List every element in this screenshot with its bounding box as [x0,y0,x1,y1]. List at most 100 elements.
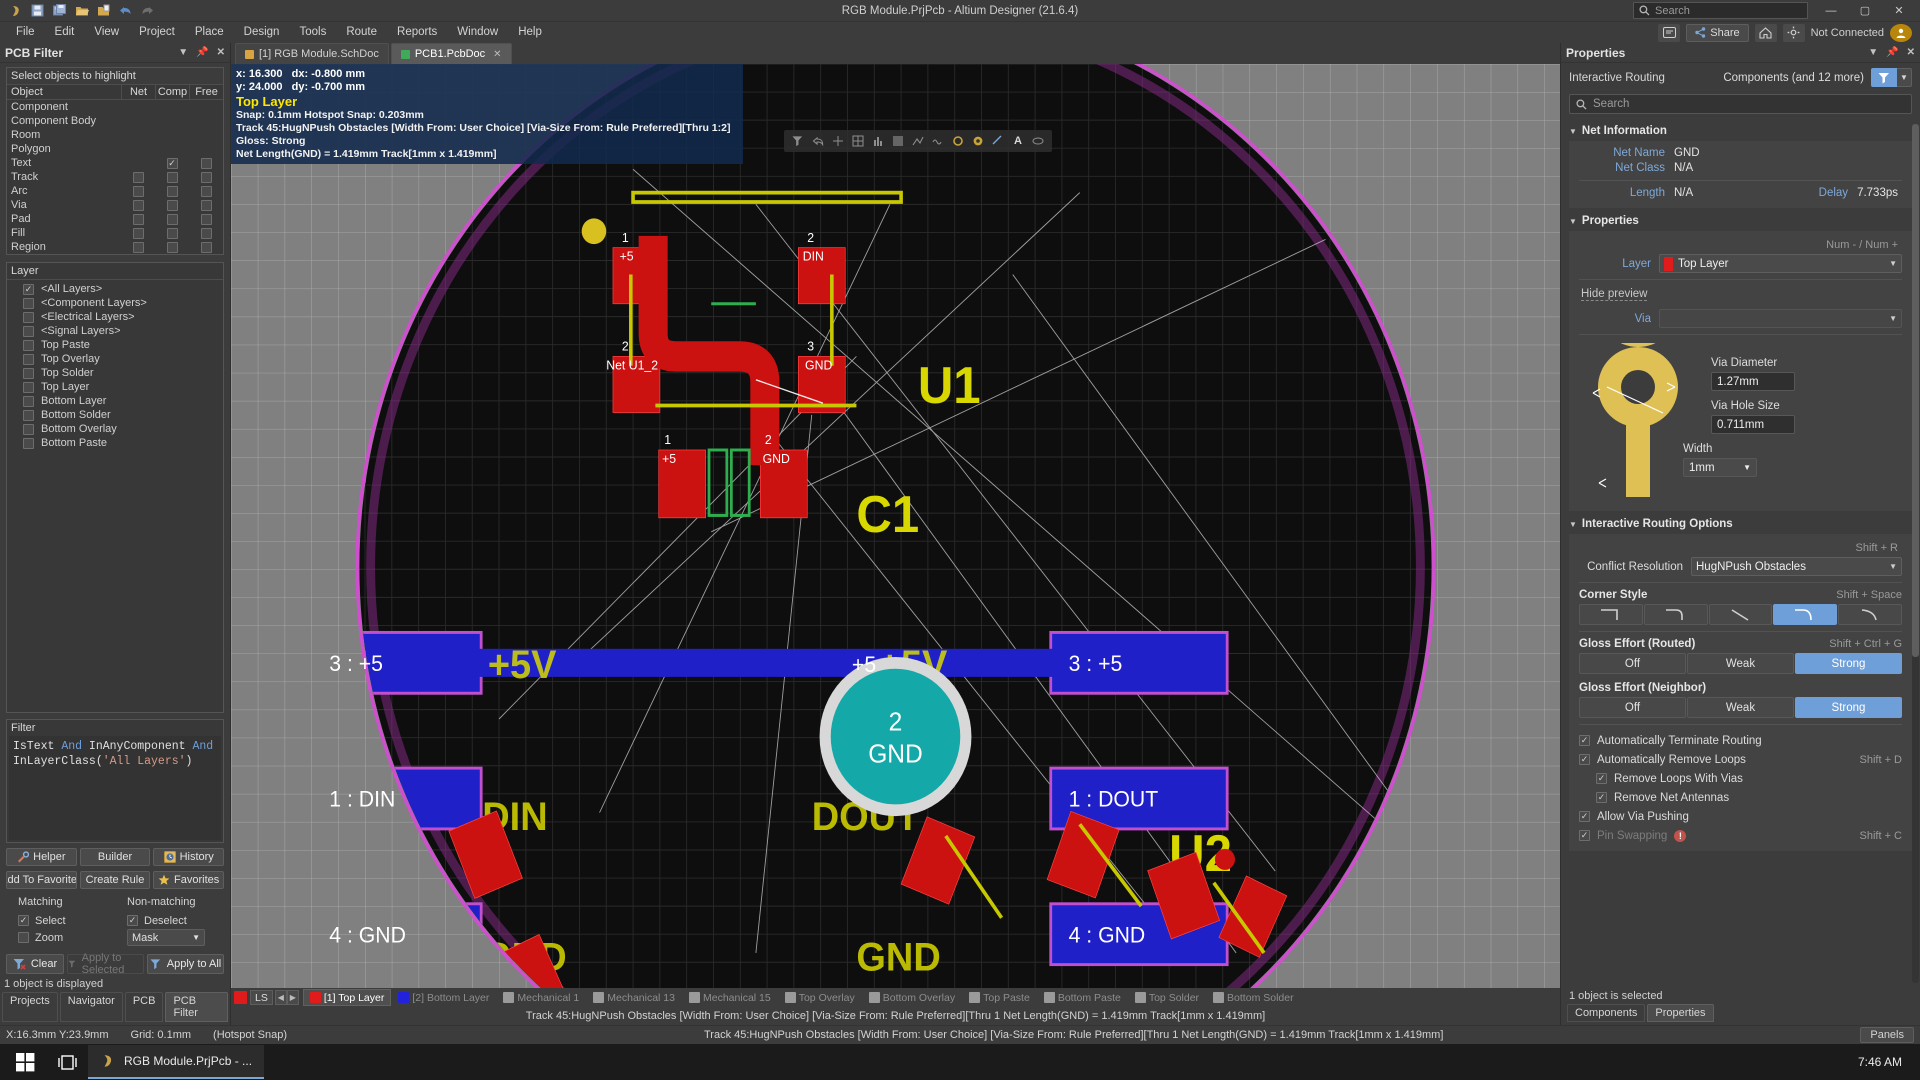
routing-option-checkbox[interactable] [1579,735,1590,746]
object-filter-row[interactable]: Track [7,170,223,184]
minimize-button[interactable]: — [1814,0,1848,21]
object-filter-net-cell[interactable] [121,172,155,183]
conflict-resolution-select[interactable]: HugNPush Obstacles ▼ [1691,557,1902,576]
gloss-neighbor-off[interactable]: Off [1579,697,1686,718]
checkbox-free[interactable] [201,186,212,197]
routing-option-row[interactable]: Remove Loops With Vias [1579,769,1902,788]
section-net-information[interactable]: ▼ Net Information [1561,120,1912,141]
layer-tab[interactable]: [1] Top Layer [303,989,392,1006]
menu-item-window[interactable]: Window [447,22,508,43]
wave-icon[interactable] [929,133,947,149]
net-icon[interactable] [909,133,927,149]
properties-pin-icon[interactable]: 📌 [1886,47,1898,58]
layer-checkbox[interactable] [23,312,34,323]
taskbar-app-altium[interactable]: RGB Module.PrjPcb - ... [88,1045,264,1079]
checkbox-free[interactable] [201,214,212,225]
left-tab-pcb-filter[interactable]: PCB Filter [165,992,228,1022]
gloss-neighbor-weak[interactable]: Weak [1687,697,1794,718]
checkbox-net[interactable] [133,172,144,183]
save-all-icon[interactable] [52,3,67,18]
layer-filter-row[interactable]: <Electrical Layers> [7,310,223,324]
matching-select-checkbox[interactable] [18,915,29,926]
layer-filter-row[interactable]: Bottom Solder [7,408,223,422]
layer-checkbox[interactable] [23,368,34,379]
properties-scroll-thumb[interactable] [1912,124,1919,657]
layer-checkbox[interactable] [23,298,34,309]
undo-icon[interactable] [118,3,133,18]
layer-filter-row[interactable]: Bottom Overlay [7,422,223,436]
object-filter-comp-cell[interactable] [155,158,189,169]
favorites-button[interactable]: Favorites [153,871,224,889]
properties-dropdown-icon[interactable]: ▼ [1868,47,1878,58]
object-filter-row[interactable]: Text [7,156,223,170]
checkbox-free[interactable] [201,200,212,211]
routing-option-row[interactable]: Remove Net Antennas [1579,788,1902,807]
object-filter-comp-cell[interactable] [155,186,189,197]
panels-button[interactable]: Panels [1860,1027,1914,1043]
maximize-button[interactable]: ▢ [1848,0,1882,21]
mask-icon[interactable] [889,133,907,149]
routing-option-row[interactable]: Automatically Remove LoopsShift + D [1579,750,1902,769]
document-tab-pcbdoc[interactable]: PCB1.PcbDoc ✕ [391,43,512,64]
matching-zoom-checkbox[interactable] [18,932,29,943]
section-interactive-routing-options[interactable]: ▼ Interactive Routing Options [1561,513,1912,534]
object-filter-free-cell[interactable] [189,158,223,169]
object-filter-row[interactable]: Fill [7,226,223,240]
section-properties[interactable]: ▼ Properties [1561,210,1912,231]
object-filter-net-cell[interactable] [121,228,155,239]
left-tab-projects[interactable]: Projects [2,992,58,1022]
object-filter-row[interactable]: Component [7,100,223,114]
filter-icon[interactable] [789,133,807,149]
checkbox-net[interactable] [133,186,144,197]
history-button[interactable]: History [153,848,224,866]
layer-checkbox[interactable] [23,424,34,435]
via-diameter-input[interactable]: 1.27mm [1711,372,1795,391]
corner-style-option-arc[interactable] [1773,604,1837,625]
layer-filter-row[interactable]: Top Layer [7,380,223,394]
corner-style-option-rounded[interactable] [1644,604,1708,625]
layer-filter-row[interactable]: <All Layers> [7,282,223,296]
object-filter-net-cell[interactable] [121,200,155,211]
object-filter-free-cell[interactable] [189,200,223,211]
hide-preview-link[interactable]: Hide preview [1581,288,1647,301]
layer-scroll-left-icon[interactable]: ◀ [275,990,287,1005]
routing-option-checkbox[interactable] [1579,754,1590,765]
global-search-box[interactable]: Search [1633,2,1808,19]
checkbox-comp[interactable] [167,158,178,169]
layer-tab[interactable]: Bottom Overlay [862,989,962,1006]
layer-checkbox[interactable] [23,354,34,365]
layer-checkbox[interactable] [23,340,34,351]
user-avatar[interactable] [1890,24,1912,42]
object-filter-row[interactable]: Region [7,240,223,254]
object-filter-free-cell[interactable] [189,186,223,197]
panel-pin-icon[interactable]: 📌 [196,47,208,58]
clear-button[interactable]: Clear [6,954,64,974]
layer-filter-row[interactable]: Bottom Layer [7,394,223,408]
object-filter-comp-cell[interactable] [155,242,189,253]
checkbox-free[interactable] [201,228,212,239]
layer-tab[interactable]: Top Overlay [778,989,862,1006]
layer-checkbox[interactable] [23,438,34,449]
gloss-routed-off[interactable]: Off [1579,653,1686,674]
object-filter-row[interactable]: Arc [7,184,223,198]
apply-to-all-button[interactable]: Apply to All [147,954,224,974]
nonmatching-mask-select[interactable]: Mask ▼ [127,929,205,946]
crosshair-icon[interactable] [829,133,847,149]
object-filter-row[interactable]: Pad [7,212,223,226]
object-filter-row[interactable]: Via [7,198,223,212]
checkbox-comp[interactable] [167,228,178,239]
text-icon[interactable]: A [1009,133,1027,149]
menu-item-help[interactable]: Help [508,22,552,43]
object-filter-net-cell[interactable] [121,214,155,225]
properties-close-icon[interactable]: ✕ [1907,47,1915,58]
object-filter-row[interactable]: Component Body [7,114,223,128]
object-filter-comp-cell[interactable] [155,228,189,239]
checkbox-free[interactable] [201,242,212,253]
object-filter-net-cell[interactable] [121,186,155,197]
layer-tab[interactable]: Mechanical 1 [496,989,586,1006]
checkbox-net[interactable] [133,228,144,239]
checkbox-free[interactable] [201,172,212,183]
via-icon[interactable] [969,133,987,149]
layer-tab[interactable]: [2] Bottom Layer [391,989,496,1006]
checkbox-free[interactable] [201,158,212,169]
